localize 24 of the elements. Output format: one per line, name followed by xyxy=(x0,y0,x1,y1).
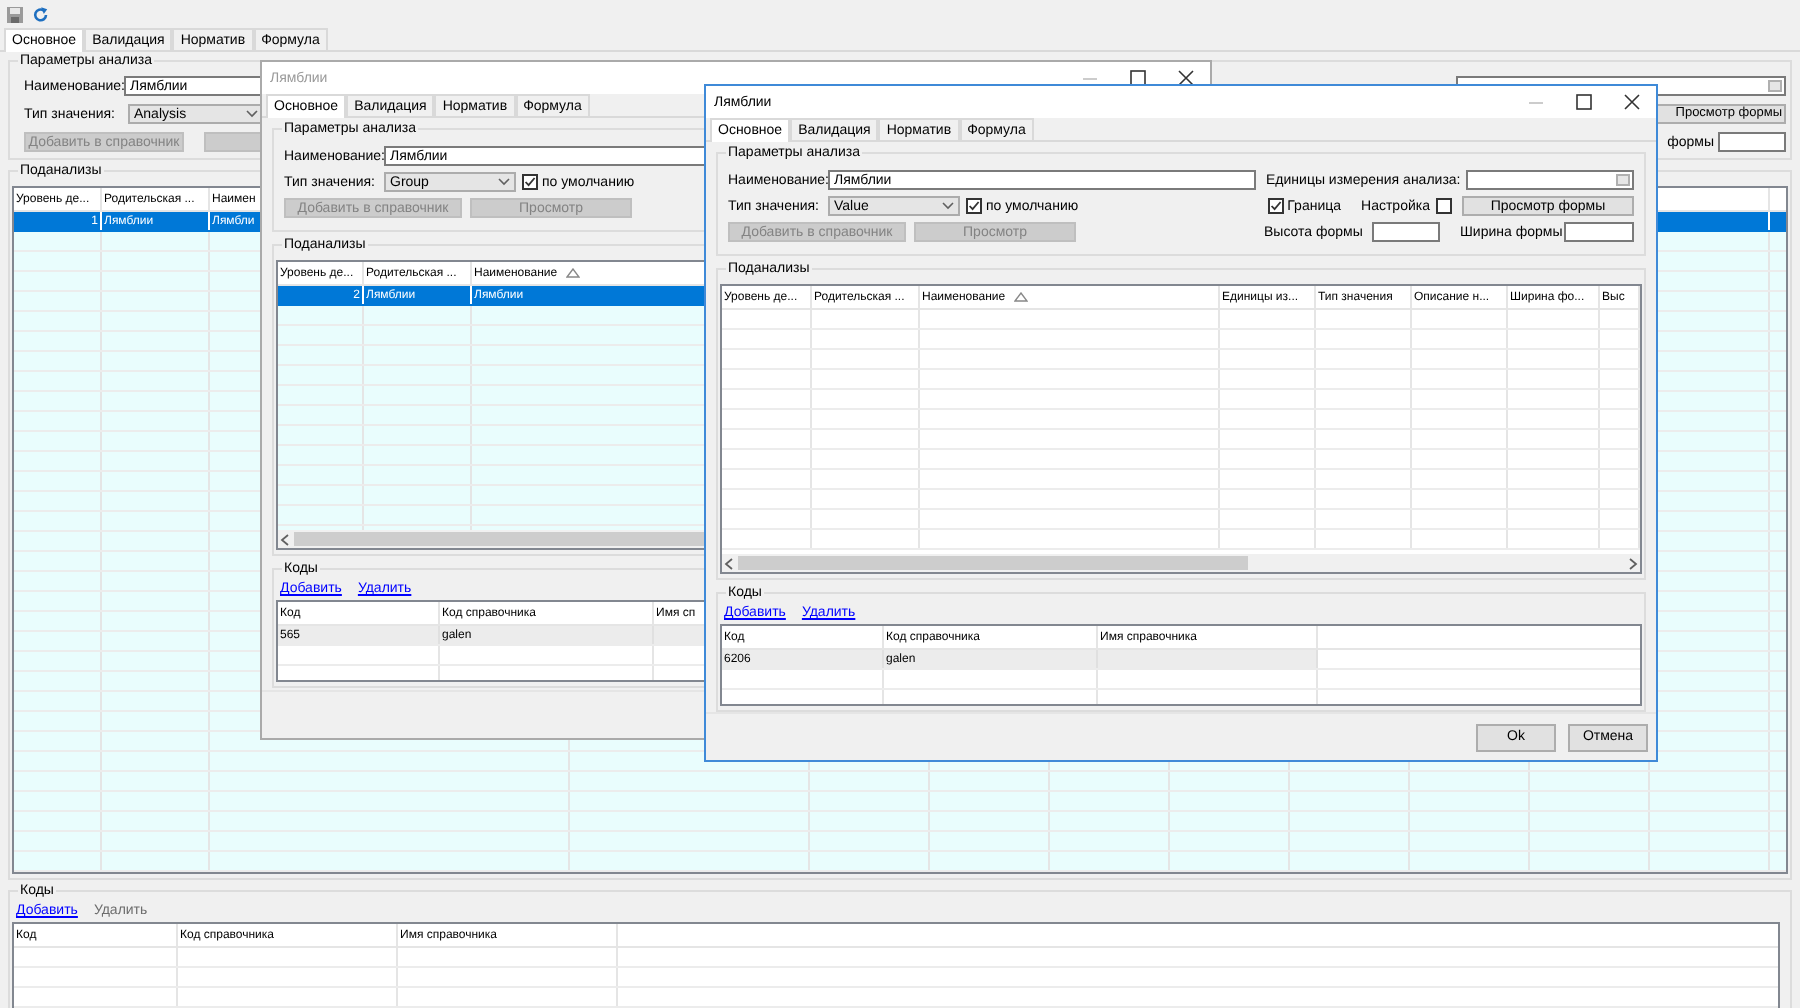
refresh-icon xyxy=(32,5,50,23)
arrow-right-icon xyxy=(1628,557,1638,569)
maximize-icon xyxy=(1576,94,1592,110)
checkbox[interactable] xyxy=(966,198,982,214)
checkbox[interactable] xyxy=(1267,198,1284,214)
save-icon xyxy=(6,5,24,23)
arrow-left-icon xyxy=(724,557,734,569)
text-field[interactable] xyxy=(1372,222,1440,242)
chevron-down-icon xyxy=(246,110,258,118)
ellipsis-button-icon xyxy=(1616,174,1630,186)
horizontal-scrollbar[interactable] xyxy=(722,554,1640,572)
sort-ascending-icon xyxy=(1013,292,1028,302)
ellipsis-button-icon xyxy=(1768,80,1782,92)
sort-ascending-icon xyxy=(565,268,580,278)
checkbox[interactable] xyxy=(522,174,538,190)
checkbox[interactable] xyxy=(1436,198,1452,214)
close-icon xyxy=(1624,94,1640,110)
chevron-down-icon xyxy=(942,202,954,210)
arrow-left-icon xyxy=(280,533,290,545)
close-icon xyxy=(1178,70,1194,86)
chevron-down-icon xyxy=(498,178,510,186)
text-field[interactable] xyxy=(1718,132,1786,152)
text-field[interactable] xyxy=(1564,222,1634,242)
text-field[interactable] xyxy=(1466,170,1634,190)
